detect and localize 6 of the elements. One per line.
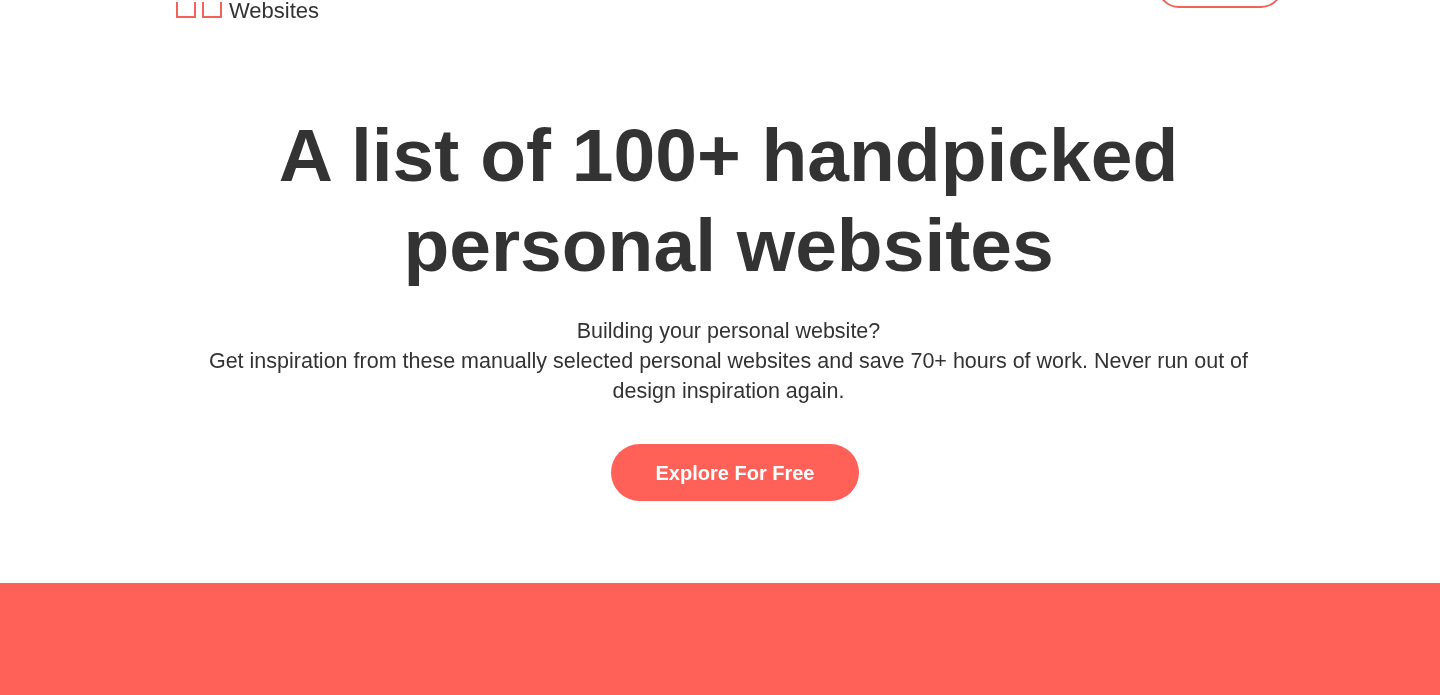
logo-squares-icon bbox=[176, 2, 222, 18]
hero-lead: Building your personal website? bbox=[576, 318, 881, 345]
logo-text: Websites bbox=[229, 0, 320, 22]
hero-title: A list of 100+ handpicked personal websites bbox=[277, 112, 1180, 289]
explore-button[interactable]: Explore For Free bbox=[611, 444, 859, 501]
hero-description: Get inspiration from these manually selected personal websites and save 70+ hours of work. Never run out of design inspiration again. bbox=[207, 348, 1250, 405]
